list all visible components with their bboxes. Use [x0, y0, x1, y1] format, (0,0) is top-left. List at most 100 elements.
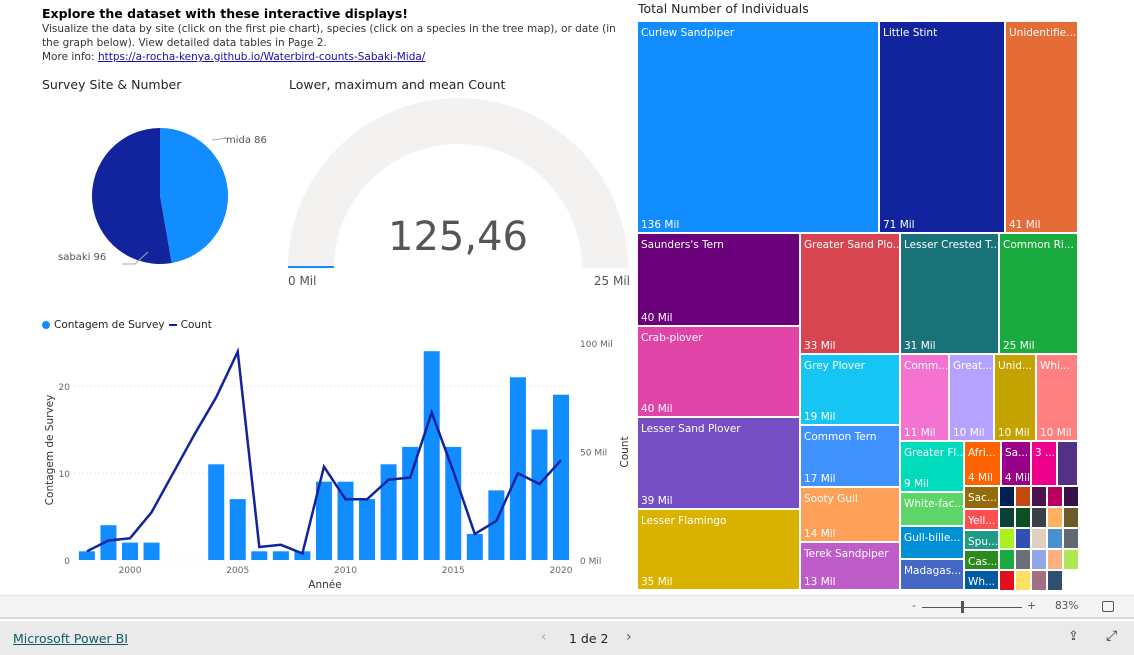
treemap-tile[interactable]: Lesser Crested T... 31 Mil	[901, 234, 1000, 355]
treemap-small-tile[interactable]	[1064, 508, 1080, 529]
bar[interactable]	[122, 542, 138, 560]
treemap-small-tile[interactable]	[1048, 550, 1064, 571]
treemap-small-tile[interactable]	[1064, 529, 1080, 550]
treemap-tile[interactable]: White-fac...	[901, 493, 965, 527]
treemap-small-tile[interactable]	[1016, 529, 1032, 550]
treemap-tile[interactable]: Common Tern 17 Mil	[801, 426, 901, 488]
treemap-tile[interactable]: Lesser Sand Plover 39 Mil	[638, 418, 801, 510]
treemap-tile[interactable]: Comm... 11 Mil	[901, 355, 950, 442]
pie-title: Survey Site & Number	[42, 77, 182, 92]
treemap-small-tile[interactable]	[1032, 550, 1048, 571]
zoom-in-button[interactable]: +	[1027, 599, 1036, 612]
treemap-tile[interactable]: Terek Sandpiper 13 Mil	[801, 543, 901, 591]
tile-name: Common Tern	[804, 431, 877, 443]
treemap-tile[interactable]: Afri... 4 Mil	[965, 442, 1002, 487]
treemap-tile[interactable]: Common Ri... 25 Mil	[1000, 234, 1079, 355]
treemap-tile[interactable]: Unid... 10 Mil	[995, 355, 1037, 442]
treemap-tile[interactable]: Great... 10 Mil	[950, 355, 995, 442]
treemap-tile[interactable]: Cas...	[965, 551, 1000, 571]
pie-slice-mida[interactable]	[160, 128, 229, 263]
treemap-small-tile[interactable]	[1000, 487, 1016, 508]
bar[interactable]	[553, 394, 569, 560]
bar[interactable]	[531, 429, 548, 561]
treemap-small-tile[interactable]	[1064, 487, 1080, 508]
tile-name: Spu...	[968, 536, 998, 548]
treemap-tile[interactable]: Wh...	[965, 571, 1000, 591]
treemap-tile[interactable]: Greater Fl... 9 Mil	[901, 442, 965, 493]
fit-to-page-icon[interactable]	[1102, 601, 1114, 612]
gauge-chart[interactable]: 125,46 0 Mil 25 Mil	[280, 90, 640, 295]
tile-value: 35 Mil	[641, 576, 673, 588]
tile-name: Great...	[953, 360, 993, 372]
x-tick-label: 2000	[119, 566, 142, 576]
treemap-tile[interactable]: 3 ...	[1032, 442, 1058, 487]
gauge-value: 125,46	[388, 214, 528, 260]
bar[interactable]	[78, 551, 95, 560]
treemap-tile[interactable]	[1058, 442, 1079, 487]
treemap-tile[interactable]: Greater Sand Plo... 33 Mil	[801, 234, 901, 355]
treemap-tile[interactable]: Spu...	[965, 531, 1000, 551]
more-info-link[interactable]: https://a-rocha-kenya.github.io/Waterbir…	[98, 51, 425, 63]
power-bi-link[interactable]: Microsoft Power BI	[13, 631, 128, 646]
bar[interactable]	[509, 377, 526, 560]
treemap-tile[interactable]: Sa... 4 Mil	[1002, 442, 1032, 487]
bar[interactable]	[337, 481, 354, 560]
fullscreen-icon[interactable]: ⤢	[1106, 628, 1117, 644]
bar[interactable]	[208, 464, 225, 560]
treemap-small-tile[interactable]	[1048, 508, 1064, 529]
treemap-small-tile[interactable]	[1000, 529, 1016, 550]
treemap-small-tile[interactable]	[1016, 571, 1032, 592]
pie-slice-sabaki[interactable]	[92, 128, 172, 264]
tile-name: Saunders's Tern	[641, 239, 724, 251]
report-title: Explore the dataset with these interacti…	[42, 6, 408, 21]
previous-page-icon[interactable]: ‹	[541, 629, 547, 645]
combo-chart[interactable]: 0 10 20 0 Mil 50 Mil 100 Mil 2000 2005 2010 2015 2…	[0, 330, 640, 595]
treemap-small-tile[interactable]	[1000, 571, 1016, 592]
treemap-small-tile[interactable]	[1016, 487, 1032, 508]
treemap-small-tile[interactable]	[1000, 508, 1016, 529]
bar[interactable]	[272, 551, 289, 560]
bar[interactable]	[251, 551, 268, 560]
treemap-tile[interactable]: Sac...	[965, 487, 1000, 510]
footer: Microsoft Power BI ‹ 1 de 2 › ⇪ ⤢	[0, 621, 1134, 655]
zoom-out-button[interactable]: -	[912, 599, 916, 612]
zoom-percent: 83%	[1055, 600, 1079, 612]
treemap-tile[interactable]: Unidentifie... 41 Mil	[1006, 22, 1079, 234]
treemap-small-tile[interactable]	[1000, 550, 1016, 571]
bar[interactable]	[143, 542, 160, 560]
treemap-tile[interactable]: Grey Plover 19 Mil	[801, 355, 901, 426]
treemap-tile[interactable]: Sooty Gull 14 Mil	[801, 488, 901, 543]
treemap-small-tile[interactable]	[1032, 487, 1048, 508]
treemap-small-tile[interactable]	[1032, 571, 1048, 592]
zoom-slider[interactable]	[922, 607, 1022, 608]
share-icon[interactable]: ⇪	[1068, 629, 1079, 644]
bar[interactable]	[359, 499, 376, 560]
treemap-tile[interactable]: Crab-plover 40 Mil	[638, 327, 801, 418]
treemap-small-tile[interactable]	[1048, 529, 1064, 550]
treemap-tile[interactable]: Gull-bille...	[901, 527, 965, 560]
bar[interactable]	[466, 533, 483, 560]
treemap-small-tile[interactable]	[1032, 529, 1048, 550]
treemap-tile[interactable]: Madagas...	[901, 560, 965, 591]
treemap-small-tile[interactable]	[1016, 508, 1032, 529]
zoom-slider-handle[interactable]	[961, 601, 964, 613]
treemap-small-tile[interactable]	[1048, 571, 1064, 592]
treemap-tile[interactable]: Whi... 10 Mil	[1037, 355, 1079, 442]
tile-name: Greater Sand Plo...	[804, 239, 901, 251]
pie-chart[interactable]: mida 86 sabaki 96	[40, 100, 280, 300]
treemap-tile[interactable]: Saunders's Tern 40 Mil	[638, 234, 801, 327]
treemap-small-tile[interactable]	[1032, 508, 1048, 529]
next-page-icon[interactable]: ›	[626, 629, 632, 645]
treemap-small-tile[interactable]	[1016, 550, 1032, 571]
treemap-tile[interactable]: Little Stint 71 Mil	[880, 22, 1006, 234]
treemap-tile[interactable]: Yell...	[965, 510, 1000, 531]
treemap-small-tile[interactable]	[1064, 550, 1080, 571]
tile-value: 136 Mil	[641, 219, 680, 231]
treemap-tile[interactable]: Lesser Flamingo 35 Mil	[638, 510, 801, 591]
bar[interactable]	[445, 446, 462, 560]
bar[interactable]	[229, 499, 246, 560]
treemap-tile[interactable]: Curlew Sandpiper 136 Mil	[638, 22, 880, 234]
bar[interactable]	[423, 351, 440, 560]
treemap-small-tile[interactable]	[1048, 487, 1064, 508]
description-text: Visualize the data by site (click on the…	[42, 23, 616, 49]
